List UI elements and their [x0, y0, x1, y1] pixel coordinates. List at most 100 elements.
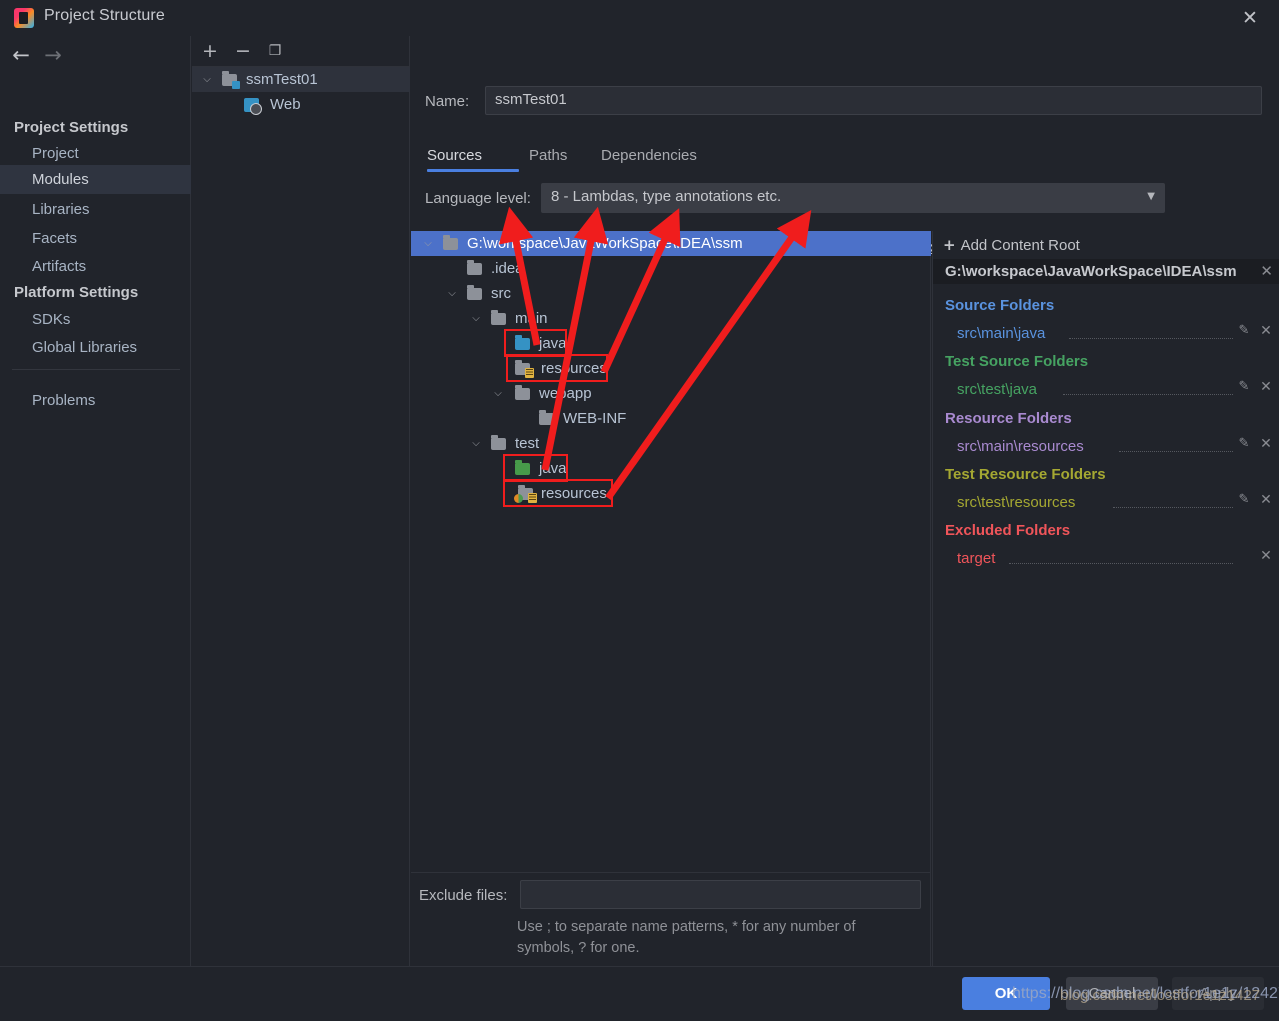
group-title-resource-folders: Resource Folders: [945, 410, 1072, 427]
leader-dots: [1009, 563, 1233, 564]
exclude-hint-line-1: Use ; to separate name patterns, * for a…: [517, 919, 856, 935]
name-label: Name:: [425, 93, 470, 110]
sidebar-item-facets[interactable]: Facets: [0, 224, 191, 253]
add-module-button[interactable]: +: [197, 39, 223, 63]
tree-row-label: src: [491, 285, 511, 302]
copy-module-button[interactable]: ❐: [262, 39, 288, 63]
remove-resource-folder-icon[interactable]: ✕: [1259, 436, 1273, 452]
chevron-down-icon[interactable]: ⌵: [445, 281, 459, 306]
add-content-root-button[interactable]: + Add Content Root: [943, 236, 1080, 254]
ok-button[interactable]: OK: [962, 977, 1050, 1010]
tree-row-test[interactable]: ⌵ test: [411, 431, 931, 456]
group-title-test-source-folders: Test Source Folders: [945, 353, 1089, 370]
edit-resource-folder-icon[interactable]: ✎: [1237, 436, 1251, 452]
sidebar-item-problems[interactable]: Problems: [0, 386, 191, 415]
language-level-label: Language level:: [425, 190, 531, 207]
content-root-detail-panel: + Add Content Root G:\workspace\JavaWorkS…: [932, 231, 1279, 966]
tree-row-test-resources[interactable]: resources: [411, 481, 931, 506]
module-row-web[interactable]: Web: [192, 92, 410, 117]
tree-row-label: G:\workspace\JavaWorkSpace\IDEA\ssm: [467, 235, 743, 252]
sidebar-item-project[interactable]: Project: [0, 139, 191, 168]
tree-row-webapp[interactable]: ⌵ webapp: [411, 381, 931, 406]
plus-icon: +: [943, 236, 956, 254]
cancel-button[interactable]: Cancel: [1066, 977, 1158, 1010]
facet-name-label: Web: [270, 96, 301, 113]
tree-row-main-java[interactable]: java: [411, 331, 931, 356]
remove-source-folder-icon[interactable]: ✕: [1259, 323, 1273, 339]
leader-dots: [1119, 451, 1233, 452]
folder-path-excluded: target: [957, 550, 996, 567]
group-title-test-resource-folders: Test Resource Folders: [945, 466, 1106, 483]
sidebar-divider: [12, 369, 180, 370]
tree-row-main[interactable]: ⌵ main: [411, 306, 931, 331]
edit-source-folder-icon[interactable]: ✎: [1237, 323, 1251, 339]
exclude-files-section: Exclude files: Use ; to separate name pa…: [411, 872, 931, 966]
tree-row-label: resources: [541, 360, 607, 377]
module-row-ssmtest01[interactable]: ⌵ ssmTest01: [192, 67, 410, 92]
tree-row-web-inf[interactable]: WEB-INF: [411, 406, 931, 431]
remove-excluded-folder-icon[interactable]: ✕: [1259, 548, 1273, 564]
active-tab-indicator: [427, 169, 519, 172]
settings-sidebar: ← → Project Settings Platform Settings P…: [0, 36, 191, 966]
chevron-down-icon[interactable]: ⌵: [421, 231, 435, 256]
chevron-down-icon[interactable]: ▼: [1147, 183, 1155, 211]
folder-path-source: src\main\java: [957, 325, 1046, 342]
window-title: Project Structure: [44, 7, 165, 24]
tree-row-src[interactable]: ⌵ src: [411, 281, 931, 306]
sidebar-item-artifacts[interactable]: Artifacts: [0, 252, 191, 281]
chevron-down-icon[interactable]: ⌵: [200, 67, 214, 92]
folder-path-test-source: src\test\java: [957, 381, 1038, 398]
remove-content-root-icon[interactable]: ✕: [1260, 259, 1273, 284]
back-arrow-icon[interactable]: ←: [8, 44, 34, 66]
tree-row-label: .idea: [491, 260, 524, 277]
content-root-header: G:\workspace\JavaWorkSpace\IDEA\ssm ✕: [933, 259, 1279, 284]
module-name-input[interactable]: ssmTest01: [485, 86, 1262, 115]
sidebar-item-global-libraries[interactable]: Global Libraries: [0, 333, 191, 362]
web-facet-icon: [244, 98, 262, 115]
add-content-root-label: Add Content Root: [960, 237, 1080, 254]
tree-row-test-java[interactable]: java: [411, 456, 931, 481]
tree-row-label: main: [515, 310, 548, 327]
forward-arrow-icon[interactable]: →: [40, 44, 66, 66]
tab-paths[interactable]: Paths: [529, 140, 591, 172]
title-bar: Project Structure ✕: [0, 0, 1279, 36]
chevron-down-icon[interactable]: ⌵: [491, 381, 505, 406]
apply-button[interactable]: Apply: [1172, 977, 1264, 1010]
group-title-source-folders: Source Folders: [945, 297, 1055, 314]
tree-row-idea[interactable]: .idea: [411, 256, 931, 281]
sidebar-nav-row: ← →: [0, 36, 191, 74]
edit-test-source-folder-icon[interactable]: ✎: [1237, 379, 1251, 395]
tab-sources[interactable]: Sources: [427, 140, 519, 172]
module-name-label: ssmTest01: [246, 71, 318, 88]
remove-test-resource-folder-icon[interactable]: ✕: [1259, 492, 1273, 508]
dialog-footer: OK Cancel Apply: [0, 966, 1279, 1021]
tree-row-label: WEB-INF: [563, 410, 627, 427]
intellij-idea-icon: [14, 8, 34, 28]
language-level-select[interactable]: 8 - Lambdas, type annotations etc. ▼: [541, 183, 1165, 213]
remove-test-source-folder-icon[interactable]: ✕: [1259, 379, 1273, 395]
chevron-down-icon[interactable]: ⌵: [469, 306, 483, 331]
leader-dots: [1063, 394, 1233, 395]
leader-dots: [1069, 338, 1233, 339]
exclude-files-label: Exclude files:: [419, 887, 508, 904]
module-toolbar: + − ❐: [192, 36, 410, 67]
sidebar-group-platform-settings: Platform Settings: [14, 284, 139, 301]
sidebar-item-libraries[interactable]: Libraries: [0, 195, 191, 224]
close-icon[interactable]: ✕: [1237, 6, 1263, 30]
chevron-down-icon[interactable]: ⌵: [469, 431, 483, 456]
remove-module-button[interactable]: −: [230, 39, 256, 63]
tree-row-main-resources[interactable]: resources: [411, 356, 931, 381]
tab-dependencies[interactable]: Dependencies: [601, 140, 721, 172]
exclude-hint-line-2: symbols, ? for one.: [517, 940, 640, 956]
leader-dots: [1113, 507, 1233, 508]
tree-row-label: resources: [541, 485, 607, 502]
tree-row-label: java: [539, 460, 567, 477]
sidebar-item-sdks[interactable]: SDKs: [0, 305, 191, 334]
sidebar-group-project-settings: Project Settings: [14, 119, 129, 136]
tree-row-content-root[interactable]: ⌵ G:\workspace\JavaWorkSpace\IDEA\ssm: [411, 231, 931, 256]
exclude-files-input[interactable]: [520, 880, 921, 909]
folder-path-resource: src\main\resources: [957, 438, 1084, 455]
edit-test-resource-folder-icon[interactable]: ✎: [1237, 492, 1251, 508]
tree-row-label: java: [539, 335, 567, 352]
sidebar-item-modules[interactable]: Modules: [0, 165, 191, 194]
